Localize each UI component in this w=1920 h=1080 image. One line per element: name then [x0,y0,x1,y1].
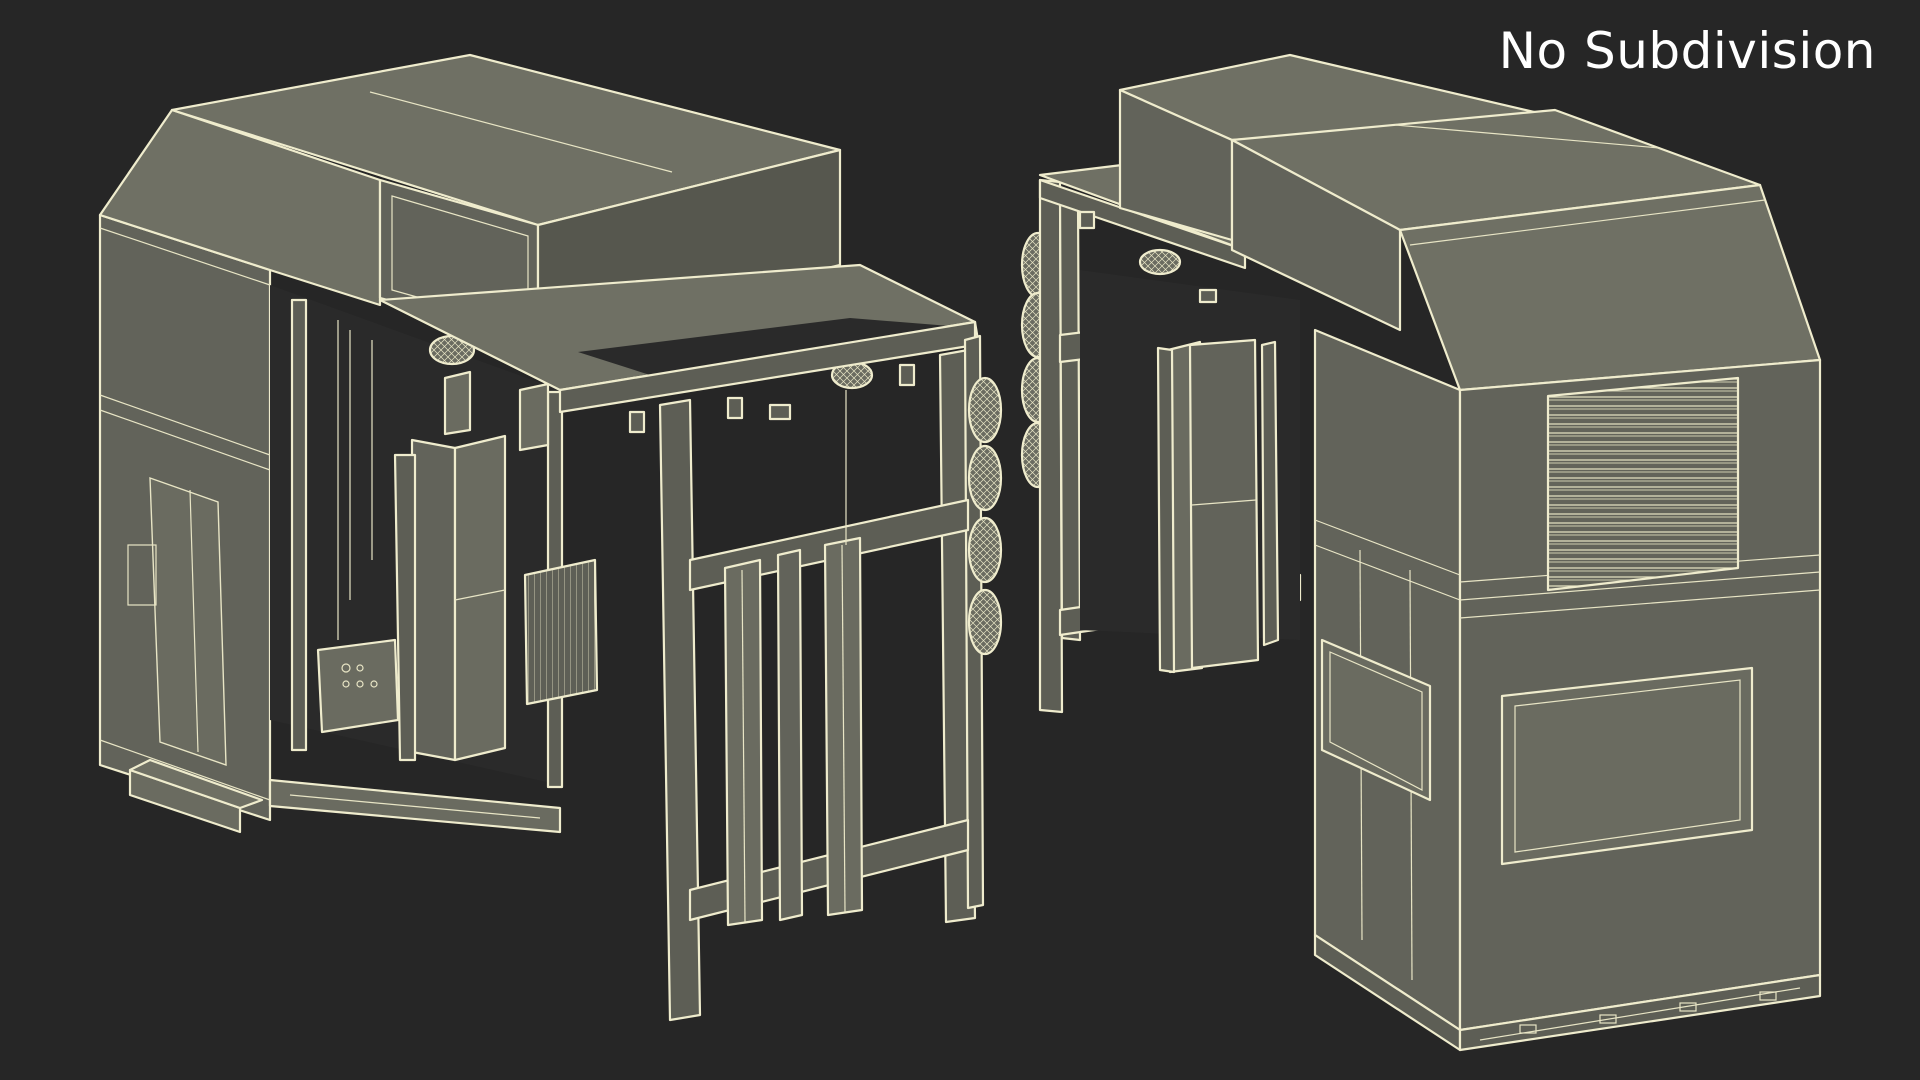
left-unit-model [98,53,1003,1022]
subdivision-label: No Subdivision [1498,22,1876,80]
right-unit-model [1020,53,1822,1052]
viewport: No Subdivision [0,0,1920,1080]
model-render [98,53,1822,1052]
